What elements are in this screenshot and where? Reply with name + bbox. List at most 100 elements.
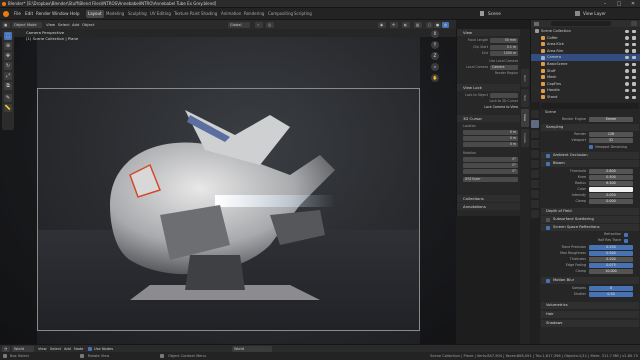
view-panel-header[interactable]: View: [457, 29, 521, 36]
collections-panel-header[interactable]: Collections: [457, 195, 521, 202]
knee-field[interactable]: 0.500: [589, 175, 633, 180]
outliner-row[interactable]: Stuff: [531, 68, 640, 75]
cursor-rotation-x[interactable]: 0°: [463, 157, 518, 162]
annotate-tool-icon[interactable]: ✎: [4, 94, 12, 102]
3d-cursor-panel-header[interactable]: 3D Cursor: [457, 115, 521, 122]
proportional-edit-icon[interactable]: ◎: [266, 21, 274, 28]
minimize-icon[interactable]: –: [598, 0, 612, 8]
render-visibility-icon[interactable]: [632, 75, 636, 80]
thickness-field[interactable]: 0.200: [589, 257, 633, 262]
tab-layout[interactable]: Layout: [86, 10, 104, 18]
visibility-eye-icon[interactable]: [625, 42, 629, 47]
move-tool-icon[interactable]: ✥: [4, 52, 12, 60]
render-visibility-icon[interactable]: [632, 95, 636, 100]
clip-end-field[interactable]: 1000 m: [490, 51, 518, 56]
hair-panel-header[interactable]: Hair: [541, 311, 639, 318]
mode-selector[interactable]: Object Mode: [12, 21, 42, 28]
visibility-eye-icon[interactable]: [625, 88, 629, 93]
visibility-eye-icon[interactable]: [625, 95, 629, 100]
snap-icon[interactable]: ⌁: [255, 21, 263, 28]
outliner-row[interactable]: Handle: [531, 87, 640, 94]
motion-blur-panel-header[interactable]: Motion Blur: [541, 277, 639, 284]
visibility-icon[interactable]: ◉: [378, 21, 386, 28]
render-region-checkbox[interactable]: Render Region: [460, 71, 518, 76]
outliner-row[interactable]: Camera: [531, 54, 640, 61]
local-camera-field[interactable]: Camera: [490, 65, 518, 70]
gizmo-axis-x[interactable]: X: [431, 30, 439, 38]
menu-file[interactable]: File: [14, 8, 21, 20]
trace-precision-field[interactable]: 0.250: [589, 245, 633, 250]
edge-fading-field[interactable]: 0.075: [589, 263, 633, 268]
threshold-field[interactable]: 0.800: [589, 169, 633, 174]
cursor-tool-icon[interactable]: ⊕: [4, 42, 12, 50]
render-visibility-icon[interactable]: [632, 49, 636, 53]
scene-selector[interactable]: Scene: [488, 8, 501, 20]
view-lock-panel-header[interactable]: View Lock: [457, 84, 521, 91]
render-visibility-icon[interactable]: [632, 82, 636, 86]
render-visibility-icon[interactable]: [632, 62, 636, 67]
radius-field[interactable]: 6.500: [589, 181, 633, 186]
motion-blur-checkbox[interactable]: [546, 278, 550, 283]
outliner-row[interactable]: Area.Rim: [531, 48, 640, 55]
render-visibility-icon[interactable]: [632, 69, 636, 73]
tab-scripting[interactable]: Scripting: [292, 10, 314, 18]
render-visibility-icon[interactable]: [632, 88, 636, 93]
subsurface-panel-header[interactable]: Subsurface Scattering: [541, 216, 639, 223]
data-props-icon[interactable]: [531, 210, 539, 218]
close-icon[interactable]: ✕: [626, 0, 640, 8]
blender-menu-icon[interactable]: [3, 11, 9, 17]
transform-tool-icon[interactable]: ⧉: [4, 82, 12, 90]
refraction-checkbox[interactable]: [624, 232, 628, 237]
render-visibility-icon[interactable]: [632, 36, 636, 40]
subsurface-checkbox[interactable]: [546, 217, 550, 222]
focal-length-field[interactable]: 50 mm: [490, 38, 518, 43]
cursor-rotation-z[interactable]: 0°: [463, 169, 518, 174]
scale-tool-icon[interactable]: ⤢: [4, 72, 12, 80]
bloom-color-swatch[interactable]: [589, 187, 633, 192]
outliner-row[interactable]: CapFins: [531, 81, 640, 88]
zoom-icon[interactable]: ⌕: [431, 63, 439, 71]
lock-to-3d-cursor-checkbox[interactable]: Lock to 3D Cursor: [460, 99, 518, 104]
volumetrics-panel-header[interactable]: Volumetrics: [541, 302, 639, 309]
ssr-panel-header[interactable]: Screen Space Reflections: [541, 224, 639, 231]
use-local-camera-checkbox[interactable]: Use Local Camera: [460, 59, 518, 64]
maximize-icon[interactable]: □: [612, 0, 626, 8]
render-props-icon[interactable]: [531, 120, 539, 128]
bloom-panel-header[interactable]: Bloom: [541, 160, 639, 167]
rotation-mode-select[interactable]: XYZ Euler: [463, 177, 518, 182]
intensity-field[interactable]: 0.050: [589, 193, 633, 198]
modifier-props-icon[interactable]: [531, 180, 539, 188]
view-layer-selector[interactable]: View Layer: [583, 8, 606, 20]
tab-modeling[interactable]: Modeling: [104, 10, 126, 18]
ssr-clamp-field[interactable]: 10.000: [589, 269, 633, 274]
rotate-tool-icon[interactable]: ↻: [4, 62, 12, 70]
ambient-occlusion-panel-header[interactable]: Ambient Occlusion: [541, 152, 639, 159]
orientation-selector[interactable]: Global: [228, 21, 250, 28]
outliner-row[interactable]: Stand: [531, 94, 640, 101]
sidebar-tab-view[interactable]: View: [521, 109, 529, 127]
render-visibility-icon[interactable]: [632, 29, 636, 34]
visibility-eye-icon[interactable]: [625, 82, 629, 86]
constraint-props-icon[interactable]: [531, 200, 539, 208]
shading-wire-icon[interactable]: ○: [426, 21, 433, 28]
gizmo-axis-y[interactable]: Y: [431, 41, 439, 49]
render-visibility-icon[interactable]: [632, 42, 636, 47]
outliner-search-input[interactable]: [551, 21, 611, 26]
clip-start-field[interactable]: 0.1 m: [490, 45, 518, 50]
lock-camera-to-view-checkbox[interactable]: Lock Camera to View: [460, 105, 518, 110]
clamp-field[interactable]: 0.000: [589, 199, 633, 204]
ssr-checkbox[interactable]: [546, 225, 550, 230]
overlay-toggle-icon[interactable]: ◐: [402, 21, 410, 28]
outliner-row[interactable]: Scene Collection: [531, 28, 640, 35]
render-samples-field[interactable]: 128: [589, 132, 633, 137]
use-nodes-checkbox[interactable]: [88, 347, 92, 351]
half-res-trace-checkbox[interactable]: [624, 238, 628, 243]
lock-to-object-field[interactable]: [490, 93, 518, 98]
tool-props-icon[interactable]: [531, 110, 539, 118]
tab-shading[interactable]: Shading: [199, 10, 219, 18]
outliner-row[interactable]: Area.Kick: [531, 41, 640, 48]
shading-rendered-icon[interactable]: ◍: [442, 21, 449, 28]
max-roughness-field[interactable]: 0.500: [589, 251, 633, 256]
xray-toggle-icon[interactable]: ▥: [414, 21, 422, 28]
render-visibility-icon[interactable]: [632, 55, 636, 60]
